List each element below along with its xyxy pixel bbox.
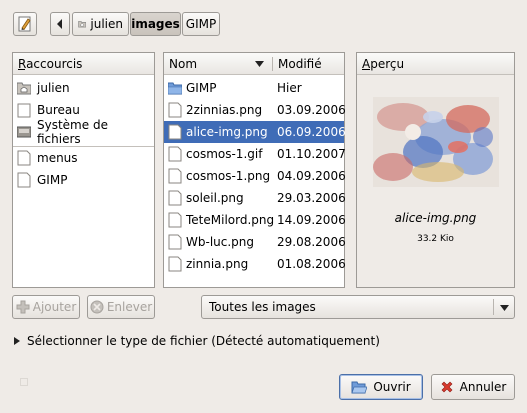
file-date: 06.09.2006	[277, 125, 346, 139]
file-date: 04.09.2006	[277, 169, 346, 183]
file-date: 03.09.2006	[277, 103, 346, 117]
column-header-modified-label: Modifié	[278, 56, 322, 71]
file-icon	[168, 146, 182, 162]
column-header-modified[interactable]: Modifié	[273, 53, 322, 74]
places-header-label: Raccourcis	[18, 56, 83, 71]
cancel-icon	[441, 381, 453, 393]
file-icon	[168, 256, 182, 272]
file-icon	[168, 102, 182, 118]
add-bookmark-label: Ajouter	[32, 300, 77, 314]
file-filter-selected: Toutes les images	[209, 300, 316, 314]
sidebar-item-label: Système de fichiers	[37, 118, 108, 146]
plus-icon	[16, 300, 30, 314]
file-icon	[17, 150, 31, 166]
folder-icon	[168, 82, 182, 95]
file-name: cosmos-1.png	[186, 169, 271, 183]
file-name: soleil.png	[186, 191, 244, 205]
open-button-label: Ouvrir	[373, 380, 411, 394]
sidebar-item-label: julien	[37, 81, 70, 95]
path-label: julien	[90, 17, 123, 31]
file-date: 29.03.2006	[277, 191, 346, 205]
sidebar-item-label: Bureau	[37, 103, 80, 117]
file-type-expander[interactable]: Sélectionner le type de fichier (Détecté…	[14, 333, 380, 349]
sidebar-item-label: menus	[37, 151, 78, 165]
preview-filename: alice-img.png	[394, 211, 477, 225]
path-back-button[interactable]	[50, 12, 70, 36]
file-row[interactable]: TeteMilord.png 14.09.2006	[164, 209, 346, 231]
file-date: 29.08.2006	[277, 235, 346, 249]
cancel-button-label: Annuler	[459, 380, 507, 394]
column-header-name-label: Nom	[169, 56, 198, 71]
file-row[interactable]: cosmos-1.gif 01.10.2007	[164, 143, 346, 165]
file-date: 14.09.2006	[277, 213, 346, 227]
path-label: GIMP	[185, 17, 217, 31]
file-filter-combo[interactable]: Toutes les images	[201, 295, 515, 319]
file-name: alice-img.png	[186, 125, 268, 139]
preview-header-mnemonic	[362, 69, 370, 70]
file-row[interactable]: cosmos-1.png 04.09.2006	[164, 165, 346, 187]
file-row-gimp[interactable]: GIMP Hier	[164, 77, 344, 99]
preview-thumbnail	[373, 97, 499, 187]
type-location-button[interactable]	[13, 12, 37, 36]
path-button-images[interactable]: images	[130, 12, 181, 36]
resize-hint	[20, 378, 28, 386]
file-row-selected[interactable]: alice-img.png 06.09.2006	[164, 121, 346, 143]
path-button-julien[interactable]: julien	[72, 12, 129, 36]
add-bookmark-button[interactable]: Ajouter	[12, 295, 80, 319]
file-date: Hier	[277, 81, 302, 95]
home-folder-icon	[78, 21, 87, 28]
remove-bookmark-label: Enlever	[106, 300, 153, 314]
file-name: 2zinnias.png	[186, 103, 263, 117]
file-list: Nom Modifié GIMP Hier 2zinnias.png 03.09…	[163, 52, 346, 288]
file-icon	[168, 190, 182, 206]
file-icon	[17, 172, 31, 188]
sidebar-item-filesystem[interactable]: Système de fichiers	[13, 118, 154, 146]
file-name: GIMP	[186, 81, 217, 95]
path-label: images	[131, 17, 180, 31]
file-type-expander-label: Sélectionner le type de fichier (Détecté…	[27, 334, 380, 348]
expander-arrow-icon	[14, 337, 20, 345]
preview-header: Aperçu	[357, 53, 514, 75]
chevron-down-icon	[500, 305, 509, 311]
file-name: Wb-luc.png	[186, 235, 255, 249]
places-sidebar: Raccourcis julien Bureau Système de fich…	[12, 52, 155, 288]
file-icon	[168, 124, 182, 140]
file-name: cosmos-1.gif	[186, 147, 263, 161]
preview-filesize: 33.2 Kio	[417, 234, 454, 244]
file-row[interactable]: zinnia.png 01.08.2006	[164, 253, 346, 275]
remove-icon	[90, 300, 104, 314]
pencil-icon	[18, 16, 31, 32]
open-button[interactable]: Ouvrir	[339, 374, 423, 400]
places-header-mnemonic	[18, 69, 25, 70]
file-row[interactable]: 2zinnias.png 03.09.2006	[164, 99, 346, 121]
file-date: 01.10.2007	[277, 147, 346, 161]
file-row[interactable]: soleil.png 29.03.2006	[164, 187, 346, 209]
sidebar-item-menus[interactable]: menus	[13, 147, 154, 169]
file-icon	[168, 212, 182, 228]
file-icon	[168, 234, 182, 250]
sort-descending-icon	[255, 61, 264, 67]
drive-icon	[17, 126, 31, 138]
home-folder-icon	[17, 82, 31, 95]
file-row[interactable]: Wb-luc.png 29.08.2006	[164, 231, 346, 253]
file-name: TeteMilord.png	[186, 213, 275, 227]
sidebar-item-label: GIMP	[37, 173, 68, 187]
cancel-button[interactable]: Annuler	[431, 374, 515, 400]
combo-separator	[493, 299, 494, 315]
sidebar-item-julien[interactable]: julien	[13, 77, 154, 99]
sidebar-item-gimp[interactable]: GIMP	[13, 169, 154, 191]
places-header[interactable]: Raccourcis	[13, 53, 154, 75]
path-button-gimp[interactable]: GIMP	[182, 12, 220, 36]
preview-pane: Aperçu alice-img.png 33.2 Kio	[356, 52, 515, 288]
file-list-header: Nom Modifié	[164, 53, 344, 75]
file-date: 01.08.2006	[277, 257, 346, 271]
remove-bookmark-button[interactable]: Enlever	[87, 295, 155, 319]
file-name: zinnia.png	[186, 257, 249, 271]
open-folder-icon	[351, 381, 368, 394]
desktop-icon	[17, 103, 31, 118]
column-header-name[interactable]: Nom	[164, 53, 272, 74]
arrow-left-icon	[57, 19, 62, 29]
file-icon	[168, 168, 182, 184]
